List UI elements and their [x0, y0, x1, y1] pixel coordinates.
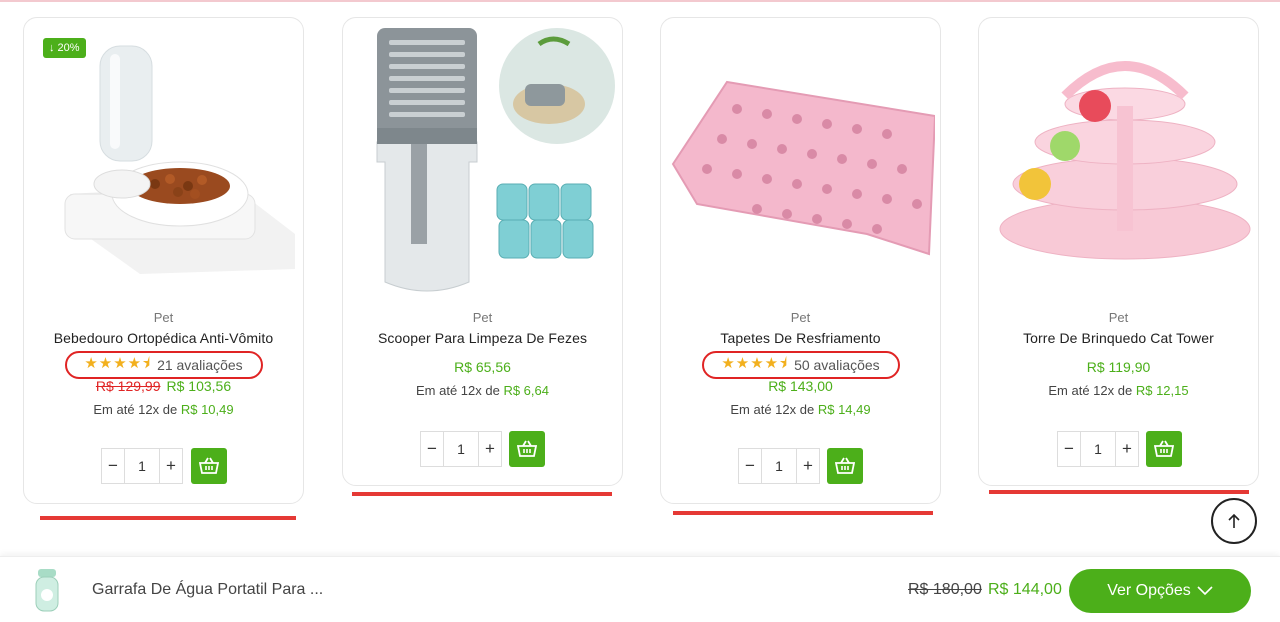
- discount-badge: ↓ 20%: [43, 38, 86, 58]
- product-name[interactable]: Torre De Brinquedo Cat Tower: [979, 330, 1258, 346]
- product-category: Pet: [790, 310, 811, 325]
- increase-button[interactable]: +: [797, 449, 819, 483]
- rating-summary[interactable]: ★★★★⯨ 21 avaliações: [64, 351, 263, 379]
- old-price: R$ 129,99: [95, 378, 161, 394]
- quantity-value[interactable]: 1: [761, 449, 797, 483]
- product-category: Pet: [472, 310, 493, 325]
- product-category: Pet: [153, 310, 174, 325]
- installment-info: Em até 12x de R$ 10,49: [24, 402, 303, 417]
- review-count: 50 avaliações: [794, 357, 880, 373]
- chevron-down-icon: [1197, 586, 1213, 596]
- cart-basket-icon: [835, 457, 855, 474]
- product-image[interactable]: [30, 24, 298, 304]
- installment-value: R$ 6,64: [503, 383, 549, 398]
- installment-info: Em até 12x de R$ 6,64: [343, 383, 622, 398]
- top-divider: [0, 0, 1280, 2]
- product-card[interactable]: ↓ 20% Pet Bebedouro Ortopédica Anti-Vômi…: [23, 17, 304, 504]
- sticky-old-price: R$ 180,00: [908, 581, 982, 598]
- quantity-value[interactable]: 1: [443, 432, 479, 466]
- highlight-underline: [989, 490, 1249, 494]
- add-to-cart-button[interactable]: [191, 448, 227, 484]
- quantity-value[interactable]: 1: [124, 449, 160, 483]
- product-image[interactable]: [667, 24, 935, 304]
- price-row: R$ 129,99 R$ 103,56: [24, 378, 303, 394]
- add-to-cart-button[interactable]: [1146, 431, 1182, 467]
- cart-basket-icon: [199, 457, 219, 474]
- decrease-button[interactable]: −: [102, 449, 124, 483]
- installment-value: R$ 12,15: [1135, 383, 1189, 398]
- highlight-underline: [673, 511, 933, 515]
- product-image[interactable]: [349, 24, 617, 304]
- product-category: Pet: [1108, 310, 1129, 325]
- product-name[interactable]: Tapetes De Resfriamento: [661, 330, 940, 346]
- current-price: R$ 103,56: [166, 378, 232, 394]
- product-card[interactable]: Pet Tapetes De Resfriamento ★★★★⯨ 50 ava…: [660, 17, 941, 504]
- highlight-underline: [352, 492, 612, 496]
- current-price: R$ 119,90: [1086, 359, 1151, 375]
- scroll-to-top-button[interactable]: [1211, 498, 1257, 544]
- product-thumbnail[interactable]: [28, 567, 66, 615]
- installment-label: Em até 12x de: [1048, 383, 1133, 398]
- cart-basket-icon: [1154, 440, 1174, 457]
- product-name[interactable]: Bebedouro Ortopédica Anti-Vômito: [24, 330, 303, 346]
- add-to-cart-button[interactable]: [509, 431, 545, 467]
- product-card[interactable]: Pet Torre De Brinquedo Cat Tower R$ 119,…: [978, 17, 1259, 486]
- cart-basket-icon: [517, 440, 537, 457]
- product-card[interactable]: Pet Scooper Para Limpeza De Fezes R$ 65,…: [342, 17, 623, 486]
- highlight-underline: [40, 516, 296, 520]
- star-rating-icon: ★★★★⯨: [84, 354, 152, 372]
- sticky-product-title[interactable]: Garrafa De Água Portatil Para ...: [92, 581, 323, 599]
- decrease-button[interactable]: −: [421, 432, 443, 466]
- installment-value: R$ 10,49: [180, 402, 234, 417]
- quantity-stepper[interactable]: − 1 +: [420, 431, 502, 467]
- quantity-value[interactable]: 1: [1080, 432, 1116, 466]
- decrease-button[interactable]: −: [739, 449, 761, 483]
- product-name[interactable]: Scooper Para Limpeza De Fezes: [343, 330, 622, 346]
- decrease-button[interactable]: −: [1058, 432, 1080, 466]
- installment-info: Em até 12x de R$ 14,49: [661, 402, 940, 417]
- increase-button[interactable]: +: [1116, 432, 1138, 466]
- quantity-stepper[interactable]: − 1 +: [1057, 431, 1139, 467]
- installment-value: R$ 14,49: [817, 402, 871, 417]
- current-price: R$ 143,00: [768, 378, 833, 394]
- product-image[interactable]: [985, 24, 1253, 304]
- installment-label: Em até 12x de: [730, 402, 815, 417]
- sticky-product-bar: Garrafa De Água Portatil Para ... R$ 180…: [0, 556, 1280, 622]
- installment-info: Em até 12x de R$ 12,15: [979, 383, 1258, 398]
- star-rating-icon: ★★★★⯨: [721, 354, 789, 372]
- quantity-stepper[interactable]: − 1 +: [101, 448, 183, 484]
- arrow-up-icon: [1228, 513, 1240, 528]
- installment-label: Em até 12x de: [93, 402, 178, 417]
- review-count: 21 avaliações: [157, 357, 243, 373]
- increase-button[interactable]: +: [479, 432, 501, 466]
- sticky-current-price: R$ 144,00: [988, 581, 1062, 598]
- current-price: R$ 65,56: [454, 359, 511, 375]
- see-options-label: Ver Opções: [1107, 582, 1191, 599]
- see-options-button[interactable]: Ver Opções: [1069, 569, 1251, 613]
- increase-button[interactable]: +: [160, 449, 182, 483]
- quantity-stepper[interactable]: − 1 +: [738, 448, 820, 484]
- installment-label: Em até 12x de: [416, 383, 500, 398]
- add-to-cart-button[interactable]: [827, 448, 863, 484]
- rating-summary[interactable]: ★★★★⯨ 50 avaliações: [701, 351, 900, 379]
